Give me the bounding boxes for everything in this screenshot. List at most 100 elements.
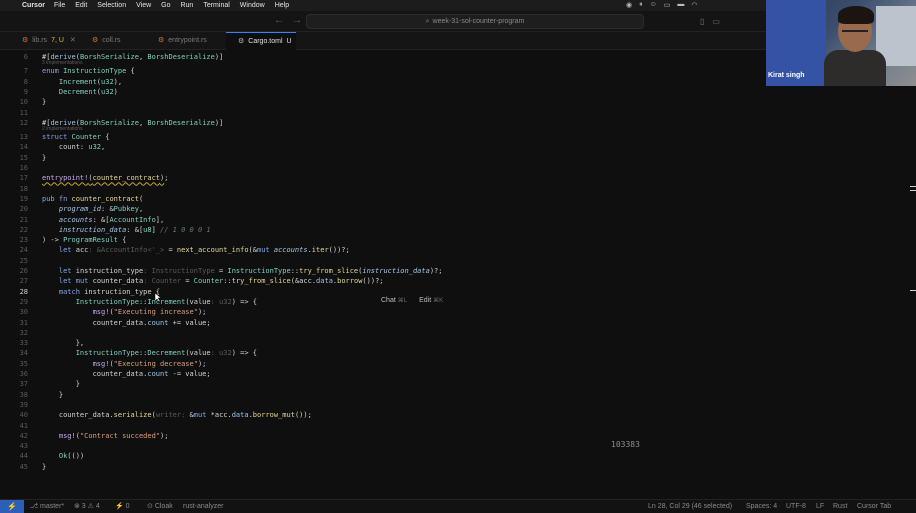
- tab-label: entrypoint.rs: [168, 37, 207, 44]
- tab-entrypoint-rs[interactable]: ⚙ entrypoint.rs: [146, 32, 226, 50]
- command-center-search[interactable]: ⌕ week-31-sol-counter-program: [306, 14, 644, 29]
- pause-icon[interactable]: ⏸: [639, 1, 643, 9]
- code-text: entrypoint!(counter_contract);: [42, 174, 169, 183]
- scroll-marker: [910, 190, 916, 191]
- line-number: 29: [19, 297, 28, 306]
- code-editor[interactable]: Chat ⌘L Edit ⌘K 103383 6 #[derive(BorshSe…: [0, 50, 916, 497]
- menu-edit[interactable]: Edit: [75, 2, 87, 9]
- ports-indicator[interactable]: ⚡ 0: [115, 500, 130, 513]
- menu-go[interactable]: Go: [161, 2, 170, 9]
- code-text: msg!("Executing decrease");: [92, 359, 207, 368]
- branch-icon: ⎇: [30, 503, 41, 510]
- tab-lib-rs[interactable]: ⚙ lib.rs 7, U ✕: [10, 32, 85, 50]
- cloak-indicator[interactable]: ⊙ Cloak: [147, 500, 173, 513]
- menu-run[interactable]: Run: [180, 2, 193, 9]
- line-number: 44: [19, 452, 28, 461]
- tab-label: coll.rs: [102, 37, 121, 44]
- line-number: 30: [19, 308, 28, 317]
- code-text: InstructionType::Increment(value: u32) =…: [75, 297, 257, 306]
- code-text: }: [42, 98, 47, 107]
- line-number: 26: [19, 267, 28, 275]
- toggle-sidebar-icon[interactable]: ▯: [700, 17, 704, 26]
- line-number: 23: [19, 236, 28, 245]
- menu-selection[interactable]: Selection: [97, 2, 126, 9]
- line-number: 41: [19, 421, 28, 430]
- line-number: 22: [19, 225, 28, 234]
- search-icon: ⌕: [425, 18, 430, 25]
- line-number: 37: [19, 380, 28, 389]
- title-bar: ←→ ⌕ week-31-sol-counter-program ▯ ▭: [0, 11, 766, 32]
- menu-file[interactable]: File: [54, 2, 65, 9]
- menu-terminal[interactable]: Terminal: [203, 2, 229, 9]
- line-number: 15: [19, 153, 28, 162]
- line-number: 10: [19, 98, 28, 107]
- tab-status: U: [286, 38, 292, 45]
- code-text: }: [42, 153, 47, 162]
- app-menu[interactable]: Cursor: [22, 2, 45, 9]
- line-number: 31: [19, 318, 28, 327]
- line-number: 19: [19, 194, 28, 203]
- line-number: 27: [19, 277, 28, 286]
- back-arrow-icon[interactable]: ←: [274, 15, 292, 26]
- code-text: counter_data.count -= value;: [42, 370, 211, 378]
- record-icon[interactable]: ◉: [626, 1, 632, 9]
- end-of-line[interactable]: LF: [816, 500, 824, 513]
- user-icon[interactable]: ☺: [650, 1, 657, 9]
- close-icon[interactable]: ✕: [70, 37, 76, 44]
- rust-analyzer-status[interactable]: rust-analyzer: [183, 500, 223, 513]
- code-text: InstructionType::Decrement(value: u32) =…: [75, 349, 257, 358]
- toggle-panel-icon[interactable]: ▭: [712, 17, 720, 26]
- edit-action[interactable]: Edit ⌘K: [419, 297, 443, 304]
- wifi-icon[interactable]: ◠: [691, 1, 697, 9]
- cloak-icon: ⊙: [147, 503, 155, 510]
- code-text: struct Counter {: [42, 133, 110, 142]
- code-text: counter_data.serialize(writer: &mut *acc…: [42, 411, 312, 420]
- cursor-position[interactable]: Ln 28, Col 29 (46 selected): [648, 500, 732, 513]
- code-text: let mut counter_data: Counter = Counter:…: [58, 277, 384, 286]
- webcam-person-body: [824, 50, 886, 86]
- tab-coll-rs[interactable]: ⚙ coll.rs: [80, 32, 142, 50]
- tab-label: Cargo.toml: [248, 38, 283, 45]
- problems-indicator[interactable]: ⊗ 3 ⚠ 4: [74, 500, 100, 513]
- webcam-person-glasses: [842, 30, 868, 36]
- line-number: 20: [19, 205, 28, 214]
- cursor-tab-status[interactable]: Cursor Tab: [857, 500, 891, 513]
- line-number: 34: [19, 349, 28, 358]
- line-number: 33: [19, 339, 28, 348]
- scroll-marker: [910, 186, 916, 187]
- code-text: }: [42, 462, 47, 471]
- code-text: counter_data.count += value;: [42, 318, 211, 327]
- line-number: 14: [19, 143, 28, 152]
- remote-icon[interactable]: ⚡: [0, 500, 24, 513]
- battery-icon[interactable]: ▬: [677, 1, 684, 9]
- code-text: count: u32,: [42, 143, 106, 152]
- line-number: 16: [19, 164, 28, 172]
- line-number: 25: [19, 256, 28, 265]
- code-text: msg!("Contract succeded");: [58, 431, 169, 440]
- line-number: 6: [23, 53, 28, 61]
- line-number: 45: [19, 462, 28, 471]
- line-number: 13: [19, 133, 28, 142]
- line-number: 8: [23, 77, 28, 86]
- menu-window[interactable]: Window: [240, 2, 265, 9]
- line-number: 11: [19, 108, 28, 117]
- branch-indicator[interactable]: ⎇ master*: [30, 500, 64, 513]
- code-text: pub fn counter_contract(: [42, 194, 144, 203]
- line-number: 28: [19, 287, 28, 296]
- tab-cargo-toml[interactable]: ⚙ Cargo.toml U: [226, 32, 296, 50]
- code-text: Ok(()): [58, 452, 85, 461]
- tab-label: lib.rs: [32, 37, 48, 44]
- menu-help[interactable]: Help: [275, 2, 289, 9]
- encoding[interactable]: UTF-8: [786, 500, 806, 513]
- webcam-name-label: Kirat singh: [768, 72, 805, 79]
- indentation[interactable]: Spaces: 4: [746, 500, 777, 513]
- line-number: 18: [19, 184, 28, 193]
- chat-action[interactable]: Chat ⌘L: [381, 297, 407, 304]
- language-mode[interactable]: Rust: [833, 500, 847, 513]
- display-icon[interactable]: ▭: [664, 1, 671, 9]
- toml-file-icon: ⚙: [238, 38, 245, 45]
- line-number: 40: [19, 411, 28, 420]
- inline-actions: Chat ⌘L Edit ⌘K: [381, 297, 443, 304]
- menu-view[interactable]: View: [136, 2, 151, 9]
- line-number: 24: [19, 246, 28, 255]
